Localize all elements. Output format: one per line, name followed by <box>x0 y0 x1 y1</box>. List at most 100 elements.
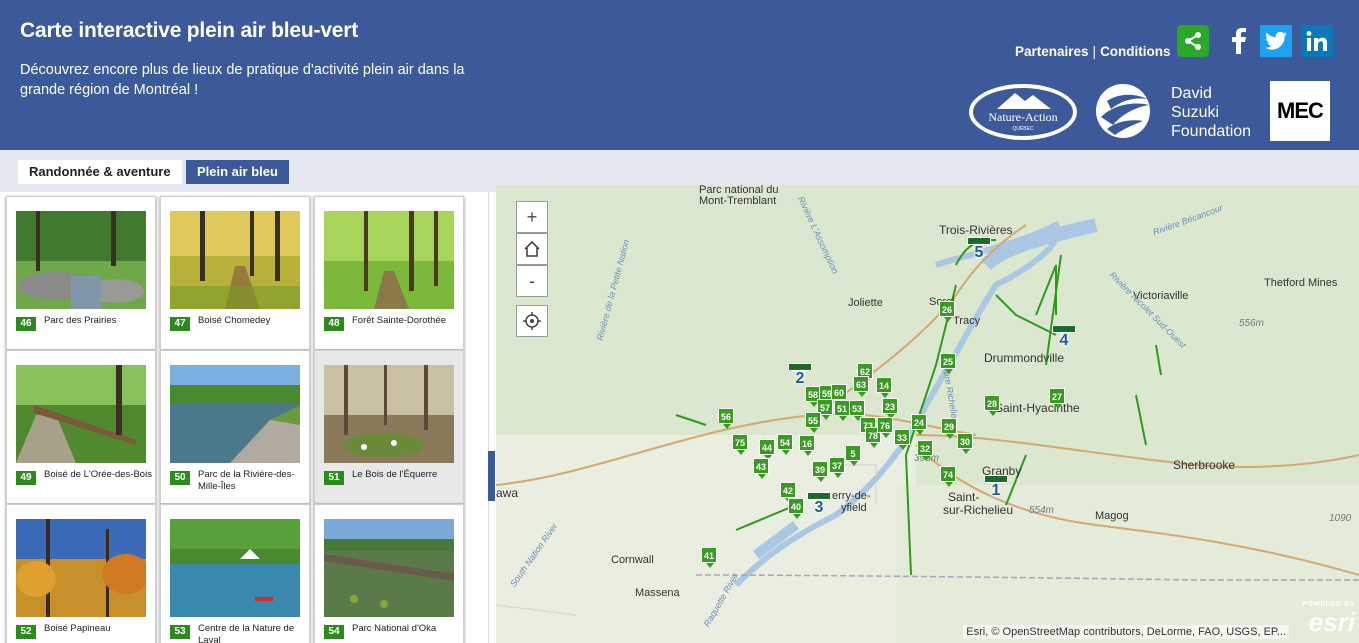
link-separator: | <box>1092 44 1097 59</box>
map-label: sur-Richelieu <box>943 503 1014 517</box>
route-shield[interactable]: 3 <box>807 492 831 516</box>
home-icon <box>524 240 540 257</box>
panel-splitter[interactable] <box>488 451 495 501</box>
site-number: 46 <box>16 317 36 331</box>
site-number: 50 <box>170 471 190 485</box>
top-links: Partenaires | Conditions <box>1015 44 1171 59</box>
partners-link[interactable]: Partenaires <box>1015 44 1089 59</box>
site-photo <box>324 365 454 463</box>
site-marker[interactable]: 14 <box>876 377 892 398</box>
twitter-icon <box>1265 31 1287 50</box>
site-marker[interactable]: 29 <box>941 418 957 439</box>
site-marker[interactable]: 54 <box>777 434 793 455</box>
svg-text:QUÉBEC: QUÉBEC <box>1012 125 1034 132</box>
map-label: Trois-Rivières <box>939 223 1013 237</box>
site-marker[interactable]: 76 <box>877 417 893 438</box>
site-marker[interactable]: 27 <box>1049 388 1065 409</box>
site-marker[interactable]: 23 <box>882 398 898 419</box>
site-marker[interactable]: 51 <box>834 400 850 421</box>
twitter-button[interactable] <box>1260 25 1292 57</box>
panel-scrollbar[interactable] <box>488 192 496 643</box>
site-card[interactable]: 53 Centre de la Nature de Laval <box>160 504 310 643</box>
site-marker[interactable]: 33 <box>894 429 910 450</box>
site-marker[interactable]: 74 <box>940 466 956 487</box>
esri-logo: POWERED BY esri <box>1302 601 1355 637</box>
site-card[interactable]: 50 Parc de la Rivière-des-Mille-Îles <box>160 350 310 504</box>
site-card[interactable]: 46 Parc des Prairies <box>6 196 156 350</box>
route-shield[interactable]: 2 <box>788 363 812 387</box>
site-card[interactable]: 51 Le Bois de l'Équerre <box>314 350 464 504</box>
svg-text:Nature-Action: Nature-Action <box>988 110 1057 124</box>
map-label: Thetford Mines <box>1264 277 1338 289</box>
map-label: 556m <box>1239 318 1265 329</box>
site-marker[interactable]: 43 <box>753 458 769 479</box>
map-label: 554m <box>1029 505 1055 516</box>
site-card[interactable]: 52 Boisé Papineau <box>6 504 156 643</box>
site-name: Boisé Chomedey <box>198 315 271 326</box>
site-photo <box>324 211 454 309</box>
site-photo <box>170 211 300 309</box>
facebook-icon <box>1232 28 1246 54</box>
site-card[interactable]: 48 Forêt Sainte-Dorothée <box>314 196 464 350</box>
site-marker[interactable]: 55 <box>805 412 821 433</box>
route-shield[interactable]: 1 <box>984 475 1008 499</box>
site-card[interactable]: 49 Boisé de L'Orée-des-Bois <box>6 350 156 504</box>
map[interactable]: + - Parc national du Mont-Tremblant Troi… <box>496 185 1359 643</box>
site-marker[interactable]: 32 <box>917 440 933 461</box>
page-subtitle: Découvrez encore plus de lieux de pratiq… <box>20 62 465 98</box>
site-marker[interactable]: 26 <box>939 301 955 322</box>
site-marker[interactable]: 53 <box>849 400 865 421</box>
site-photo <box>16 211 146 309</box>
site-marker[interactable]: 30 <box>957 433 973 454</box>
site-photo <box>16 519 146 617</box>
tab-plein-air-bleu[interactable]: Plein air bleu <box>186 160 289 184</box>
site-number: 48 <box>324 317 344 331</box>
mec-logo: MEC <box>1270 81 1330 141</box>
map-label: Cornwall <box>611 554 654 566</box>
zoom-out-button[interactable]: - <box>516 265 548 297</box>
site-marker[interactable]: 25 <box>940 353 956 374</box>
site-marker[interactable]: 75 <box>732 434 748 455</box>
site-marker[interactable]: 56 <box>718 408 734 429</box>
site-card[interactable]: 47 Boisé Chomedey <box>160 196 310 350</box>
site-marker[interactable]: 5 <box>845 445 861 466</box>
conditions-link[interactable]: Conditions <box>1100 44 1171 59</box>
site-marker[interactable]: 28 <box>984 395 1000 416</box>
map-label: Saint-Hyacinthe <box>995 401 1080 415</box>
share-button[interactable] <box>1177 25 1209 57</box>
site-photo <box>16 365 146 463</box>
route-shield[interactable]: 4 <box>1052 325 1076 349</box>
site-marker[interactable]: 41 <box>701 547 717 568</box>
linkedin-button[interactable] <box>1301 25 1333 57</box>
tab-randonnee[interactable]: Randonnée & aventure <box>18 160 182 184</box>
header: Carte interactive plein air bleu-vert Dé… <box>0 0 1359 150</box>
site-name: Le Bois de l'Équerre <box>352 469 438 480</box>
home-button[interactable] <box>516 233 548 265</box>
map-label: Joliette <box>848 297 883 309</box>
site-card[interactable]: 54 Parc National d'Oka <box>314 504 464 643</box>
share-icon <box>1185 32 1201 50</box>
map-label: 1090 <box>1329 513 1352 524</box>
site-marker[interactable]: 24 <box>911 414 927 435</box>
site-marker[interactable]: 39 <box>812 461 828 482</box>
site-marker[interactable]: 44 <box>759 439 775 460</box>
site-number: 47 <box>170 317 190 331</box>
zoom-in-button[interactable]: + <box>516 201 548 233</box>
site-marker[interactable]: 63 <box>853 376 869 397</box>
site-cards-panel: 46 Parc des Prairies 47 Boisé Chomedey 4… <box>0 192 488 643</box>
map-label: awa <box>496 486 519 500</box>
site-marker[interactable]: 37 <box>829 457 845 478</box>
site-marker[interactable]: 16 <box>799 435 815 456</box>
site-marker[interactable]: 40 <box>788 498 804 519</box>
map-label: yfield <box>841 502 867 514</box>
site-marker[interactable]: 42 <box>780 482 796 503</box>
map-label: Drummondville <box>984 351 1065 365</box>
site-marker[interactable]: 60 <box>831 384 847 405</box>
route-shield[interactable]: 5 <box>967 237 991 261</box>
facebook-button[interactable] <box>1223 25 1255 57</box>
site-name: Boisé de L'Orée-des-Bois <box>44 469 152 480</box>
locate-button[interactable] <box>516 305 548 337</box>
map-label: erry-de- <box>832 490 871 502</box>
site-photo <box>170 519 300 617</box>
map-attribution: Esri, © OpenStreetMap contributors, DeLo… <box>963 625 1289 639</box>
